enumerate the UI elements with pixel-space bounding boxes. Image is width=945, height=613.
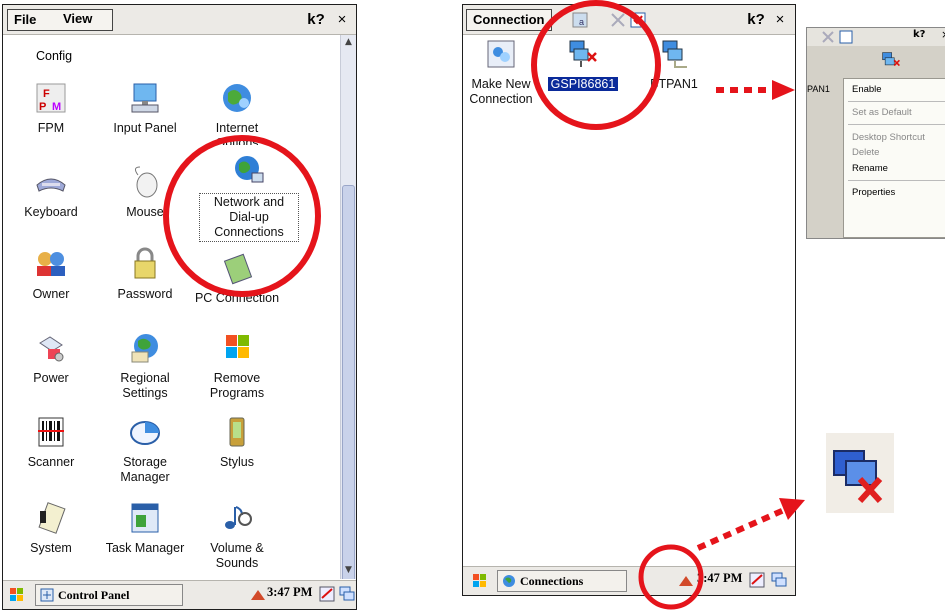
annotation-overlay [163, 0, 805, 610]
arrow-head-tray [779, 498, 805, 520]
dotted-arrow-line-tray [696, 507, 786, 551]
highlight-circle-gspi [531, 0, 661, 130]
highlight-circle-tray [638, 544, 704, 610]
highlight-circle-network [163, 135, 321, 297]
arrow-head-context [772, 80, 795, 100]
